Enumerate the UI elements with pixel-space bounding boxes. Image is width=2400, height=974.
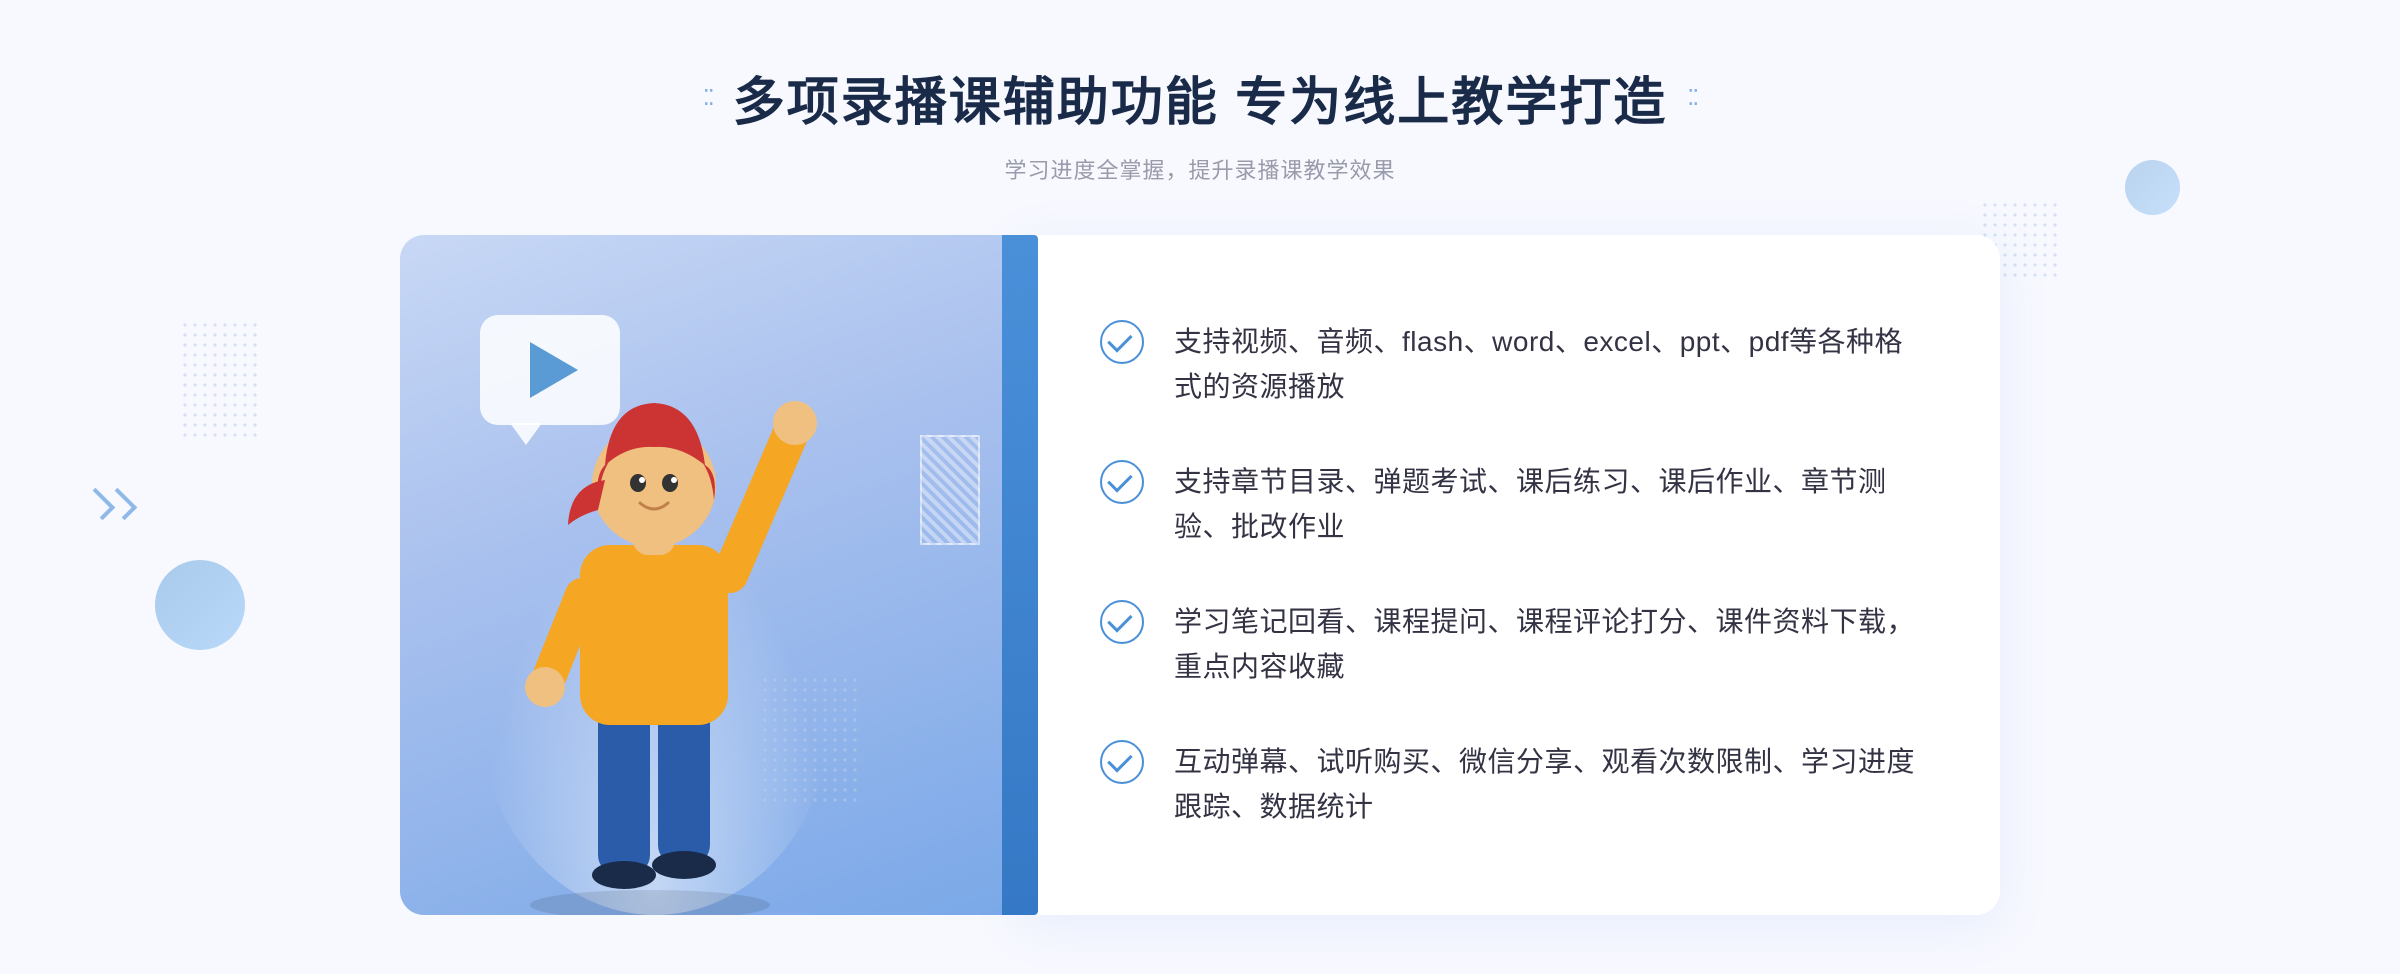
feature-text-1: 支持视频、音频、flash、word、excel、ppt、pdf等各种格式的资源…	[1174, 320, 1920, 410]
header-section: ⁚⁚ 多项录播课辅助功能 专为线上教学打造 ⁚⁚ 学习进度全掌握，提升录播课教学…	[703, 60, 1697, 185]
feature-text-4: 互动弹幕、试听购买、微信分享、观看次数限制、学习进度跟踪、数据统计	[1174, 740, 1920, 830]
decorative-circle-left	[155, 560, 245, 650]
check-icon-3	[1100, 600, 1144, 644]
striped-decoration	[920, 435, 980, 545]
check-icon-1	[1100, 320, 1144, 364]
feature-item-4: 互动弹幕、试听购买、微信分享、观看次数限制、学习进度跟踪、数据统计	[1100, 720, 1920, 850]
dots-decoration-left: ⁚⁚	[703, 85, 713, 111]
person-illustration	[450, 315, 870, 915]
page-container: ⁚⁚ 多项录播课辅助功能 专为线上教学打造 ⁚⁚ 学习进度全掌握，提升录播课教学…	[0, 0, 2400, 974]
checkmark-3	[1107, 607, 1132, 632]
check-icon-4	[1100, 740, 1144, 784]
dots-decoration-right: ⁚⁚	[1687, 85, 1697, 111]
decorative-dots-left	[180, 320, 260, 440]
feature-text-2: 支持章节目录、弹题考试、课后练习、课后作业、章节测验、批改作业	[1174, 460, 1920, 550]
illustration-panel	[400, 235, 1020, 915]
feature-item-2: 支持章节目录、弹题考试、课后练习、课后作业、章节测验、批改作业	[1100, 440, 1920, 570]
check-icon-2	[1100, 460, 1144, 504]
checkmark-4	[1107, 747, 1132, 772]
page-subtitle: 学习进度全掌握，提升录播课教学效果	[703, 153, 1697, 185]
header-title-row: ⁚⁚ 多项录播课辅助功能 专为线上教学打造 ⁚⁚	[703, 60, 1697, 135]
feature-item-3: 学习笔记回看、课程提问、课程评论打分、课件资料下载，重点内容收藏	[1100, 580, 1920, 710]
features-panel: 支持视频、音频、flash、word、excel、ppt、pdf等各种格式的资源…	[1020, 235, 2000, 915]
checkmark-1	[1107, 327, 1132, 352]
feature-text-3: 学习笔记回看、课程提问、课程评论打分、课件资料下载，重点内容收藏	[1174, 600, 1920, 690]
decorative-circle-right	[2125, 160, 2180, 215]
checkmark-2	[1107, 467, 1132, 492]
chevron-icon-2	[105, 488, 138, 521]
feature-item-1: 支持视频、音频、flash、word、excel、ppt、pdf等各种格式的资源…	[1100, 300, 1920, 430]
page-title: 多项录播课辅助功能 专为线上教学打造	[733, 60, 1667, 135]
main-content: 支持视频、音频、flash、word、excel、ppt、pdf等各种格式的资源…	[400, 235, 2000, 915]
chevron-arrows	[90, 490, 130, 518]
blue-accent-bar	[1002, 235, 1038, 915]
